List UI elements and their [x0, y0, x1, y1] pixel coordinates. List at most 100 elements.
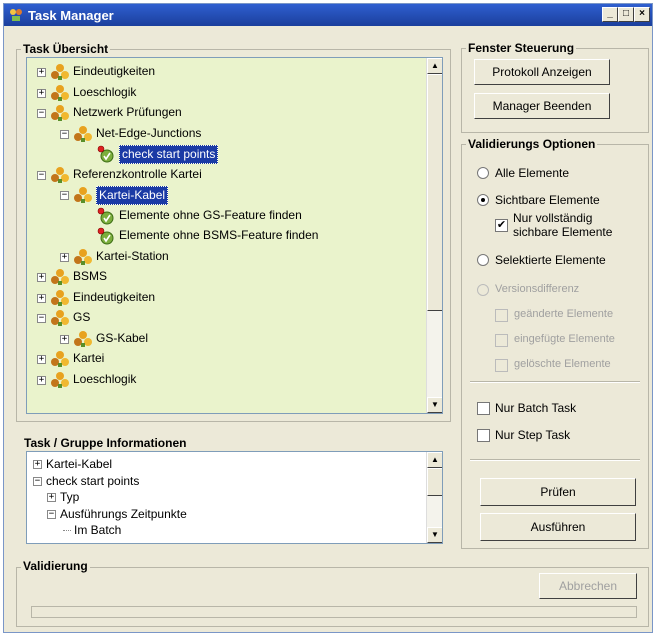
collapse-icon[interactable]: −	[60, 129, 69, 139]
options-separator-2	[470, 459, 640, 461]
task-tree-item-label: GS-Kabel	[96, 330, 149, 345]
task-tree-item-label: Kartei-Station	[96, 248, 169, 263]
task-tree-item[interactable]: + GS-Kabel	[27, 330, 422, 348]
task-tree-item[interactable]: check start points	[27, 145, 422, 164]
validation-options-title: Validierungs Optionen	[466, 137, 598, 151]
batch-only-label: Nur Batch Task	[495, 401, 577, 415]
task-group-icon	[50, 63, 70, 81]
task-tree-item[interactable]: + Loeschlogik	[27, 84, 422, 102]
check-task-icon	[96, 145, 116, 163]
radio-version-diff[interactable]	[477, 284, 489, 296]
task-group-icon	[73, 330, 93, 348]
task-tree-item[interactable]: − Referenzkontrolle Kartei	[27, 166, 422, 184]
task-tree-item[interactable]: − Netzwerk Prüfungen	[27, 104, 422, 122]
task-tree-item[interactable]: Elemente ohne BSMS-Feature finden	[27, 227, 422, 245]
info-scroll-down-arrow-icon[interactable]: ▼	[427, 527, 442, 543]
exit-manager-button[interactable]: Manager Beenden	[474, 93, 610, 119]
task-group-icon	[73, 125, 93, 143]
title-bar[interactable]: Task Manager _ □ ×	[4, 4, 652, 26]
task-group-icon	[50, 309, 70, 327]
task-tree-item[interactable]: − Net-Edge-Junctions	[27, 125, 422, 143]
collapse-icon[interactable]: −	[60, 191, 69, 200]
tree-connector	[63, 530, 71, 531]
expand-icon[interactable]: +	[60, 334, 69, 344]
close-button[interactable]: ×	[634, 7, 650, 22]
expand-icon[interactable]: +	[60, 252, 69, 262]
task-tree-item[interactable]: − GS	[27, 309, 422, 327]
task-tree-item[interactable]: + Eindeutigkeiten	[27, 63, 422, 81]
radio-selected-elements[interactable]	[477, 254, 489, 266]
expand-icon[interactable]: +	[37, 355, 46, 364]
task-group-icon	[50, 350, 70, 368]
inserted-elements-checkbox[interactable]	[495, 334, 508, 347]
task-tree-item[interactable]: + Loeschlogik	[27, 371, 422, 389]
task-tree-scrollbar[interactable]: ▲ ▼	[426, 58, 442, 413]
task-tree-item[interactable]: − Kartei-Kabel	[27, 186, 422, 205]
info-scroll-thumb[interactable]	[427, 468, 442, 496]
task-group-icon	[50, 371, 70, 389]
task-tree-item-label: Loeschlogik	[73, 84, 137, 99]
check-task-icon	[96, 227, 116, 245]
task-tree-item[interactable]: + Kartei-Station	[27, 248, 422, 266]
task-tree-item[interactable]: + Eindeutigkeiten	[27, 289, 422, 307]
task-tree-item-label: Elemente ohne GS-Feature finden	[119, 207, 302, 222]
run-button[interactable]: Ausführen	[480, 513, 636, 541]
collapse-icon[interactable]: −	[37, 170, 46, 180]
radio-all-elements[interactable]	[477, 167, 489, 179]
expand-icon[interactable]: +	[33, 460, 42, 469]
collapse-icon[interactable]: −	[37, 109, 46, 118]
step-only-checkbox[interactable]	[477, 429, 490, 442]
expand-icon[interactable]: +	[37, 273, 46, 282]
scroll-up-arrow-icon[interactable]: ▲	[427, 58, 442, 74]
task-group-icon	[50, 104, 70, 122]
minimize-button[interactable]: _	[602, 7, 618, 22]
task-info-item-label: Typ	[60, 490, 80, 504]
task-tree[interactable]: + Eindeutigkeiten + Loeschlogik − Netzwerk Pr…	[26, 57, 443, 414]
expand-icon[interactable]: +	[37, 293, 46, 303]
task-info-item-label: Ausführungs Zeitpunkte	[60, 506, 187, 521]
check-task-icon	[96, 207, 116, 225]
task-tree-item[interactable]: + BSMS	[27, 268, 422, 286]
task-info-title: Task / Gruppe Informationen	[22, 436, 189, 450]
check-button[interactable]: Prüfen	[480, 478, 636, 506]
task-info-item-label: Im Batch	[74, 523, 122, 537]
task-info-scrollbar[interactable]: ▲ ▼	[426, 452, 442, 543]
cancel-button[interactable]: Abbrechen	[539, 573, 637, 599]
task-info-item[interactable]: − check start points	[27, 473, 422, 489]
task-group-icon	[73, 186, 93, 204]
expand-icon[interactable]: +	[47, 493, 56, 502]
visible-elements-label: Sichtbare Elemente	[495, 193, 600, 207]
task-info-item[interactable]: + Kartei-Kabel	[27, 456, 422, 472]
expand-icon[interactable]: +	[37, 88, 46, 98]
task-tree-item-label: Kartei-Kabel	[96, 186, 169, 205]
step-only-label: Nur Step Task	[495, 428, 571, 442]
collapse-icon[interactable]: −	[37, 314, 46, 323]
fully-visible-checkbox[interactable]: ✔	[495, 219, 508, 232]
task-tree-item[interactable]: + Kartei	[27, 350, 422, 368]
validation-progress-bar	[31, 606, 637, 618]
task-info-tree[interactable]: + Kartei-Kabel − check start points + Typ − Aus…	[26, 451, 443, 544]
expand-icon[interactable]: +	[37, 68, 46, 77]
task-info-item-label: Kartei-Kabel	[46, 457, 113, 471]
deleted-elements-label: gelöschte Elemente	[514, 358, 611, 370]
radio-visible-elements[interactable]	[477, 194, 489, 206]
collapse-icon[interactable]: −	[47, 509, 56, 519]
task-tree-item[interactable]: Elemente ohne GS-Feature finden	[27, 207, 422, 225]
expand-icon[interactable]: +	[37, 375, 46, 385]
task-info-item[interactable]: + Typ	[27, 489, 422, 505]
scroll-down-arrow-icon[interactable]: ▼	[427, 397, 442, 413]
show-protocol-button[interactable]: Protokoll Anzeigen	[474, 59, 610, 85]
deleted-elements-checkbox[interactable]	[495, 359, 508, 372]
info-scroll-up-arrow-icon[interactable]: ▲	[427, 452, 442, 468]
task-group-icon	[73, 248, 93, 266]
batch-only-checkbox[interactable]	[477, 402, 490, 415]
task-tree-item-label: Referenzkontrolle Kartei	[73, 166, 202, 181]
scroll-thumb[interactable]	[427, 74, 442, 311]
task-tree-item-label: Kartei	[73, 351, 105, 365]
task-info-item[interactable]: Im Batch	[27, 522, 422, 538]
task-info-item[interactable]: − Ausführungs Zeitpunkte	[27, 506, 422, 522]
changed-elements-checkbox[interactable]	[495, 309, 508, 322]
maximize-button[interactable]: □	[618, 7, 634, 22]
collapse-icon[interactable]: −	[33, 476, 42, 486]
window-control-title: Fenster Steuerung	[466, 41, 577, 55]
